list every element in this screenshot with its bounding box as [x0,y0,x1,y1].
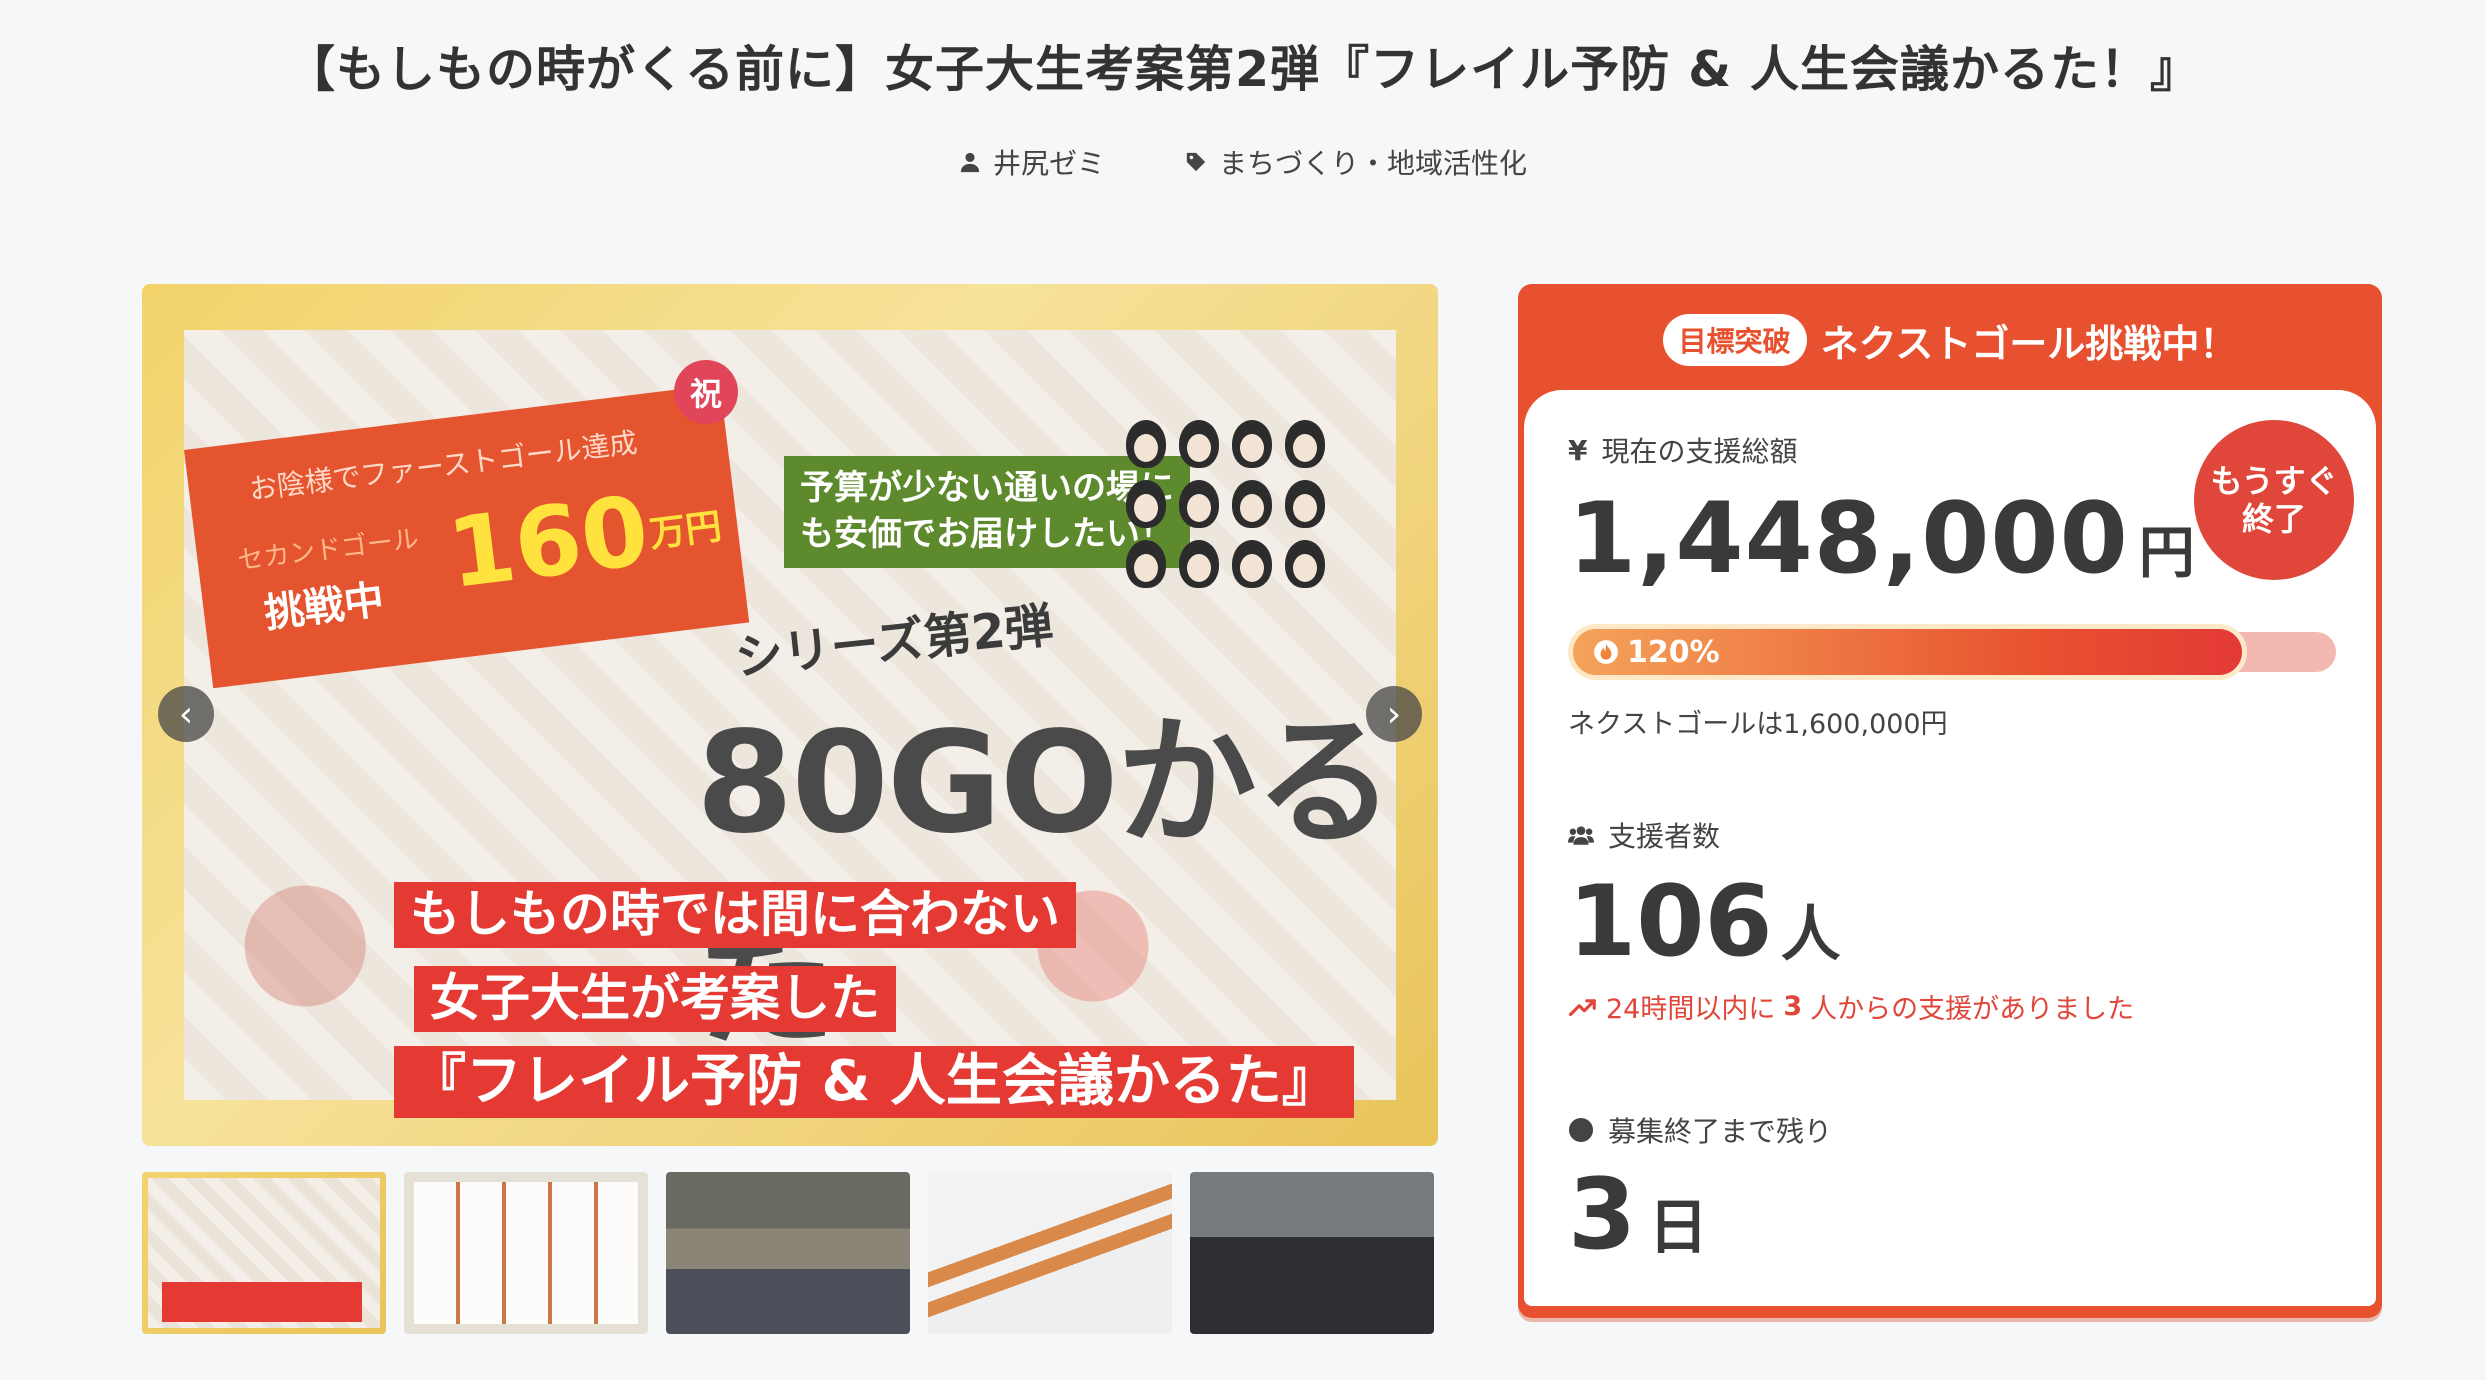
remaining-label: 募集終了まで残り [1608,1115,1833,1148]
supporters-label: 支援者数 [1608,820,1721,853]
red-line-3: 『フレイル予防 & 人生会議かるた』 [394,1046,1354,1119]
students-illustration [1126,420,1326,588]
goal-ribbon: お陰様でファーストゴール達成 セカンドゴール 挑戦中 160 万円 [184,384,750,689]
ending-soon-badge: もうすぐ 終了 [2194,420,2354,580]
remaining-days: 3日 [1568,1158,2332,1272]
trending-up-icon [1568,998,1596,1016]
category-link[interactable]: まちづくり・地域活性化 [1185,142,1527,182]
prev-slide-button[interactable]: ‹ [158,686,214,742]
owner-link[interactable]: 井尻ゼミ [959,142,1105,182]
remaining-value: 3 [1568,1158,1637,1272]
face-illustration [1126,420,1166,468]
supporters-value: 106 [1568,865,1773,979]
thumbnail-5[interactable] [1190,1172,1434,1334]
total-amount-value: 1,448,000 [1568,482,2129,596]
ribbon-line2: セカンドゴール [236,524,421,577]
face-illustration [1285,420,1325,468]
total-amount-unit: 円 [2138,521,2196,586]
thumbnail-3[interactable] [666,1172,910,1334]
face-illustration [1232,420,1272,468]
red-line-2: 女子大生が考案した [414,966,896,1032]
goal-achieved-badge: 目標突破 [1662,314,1807,366]
face-illustration [1232,480,1272,528]
thumbnail-strip [142,1172,1434,1334]
owner-name[interactable]: 井尻ゼミ [993,142,1105,182]
ribbon-unit: 万円 [647,506,724,556]
thumbnail-1[interactable] [142,1172,386,1334]
face-illustration [1179,540,1219,588]
project-meta: 井尻ゼミ まちづくり・地域活性化 [0,142,2486,182]
remaining-section: 募集終了まで残り 3日 [1568,1110,2332,1272]
page-title: 【もしもの時がくる前に】女子大生考案第2弾『フレイル予防 & 人生会議かるた！』 [286,41,2200,98]
tag-icon [1186,152,1206,172]
red-line-1: もしもの時では間に合わない [394,882,1076,948]
progress-fill: 120% [1568,624,2247,680]
recent-count: 3 [1783,991,1803,1022]
flame-icon [1594,640,1618,664]
main-image: お陰様でファーストゴール達成 セカンドゴール 挑戦中 160 万円 祝 予算が少… [184,330,1396,1119]
funding-panel: 目標突破 ネクストゴール挑戦中！ もうすぐ 終了 ¥ 現在の支援総額 1,448… [1518,284,2382,1318]
progress-bar: 120% [1568,624,2336,680]
clock-icon [1568,1117,1594,1143]
supporters-section: 支援者数 106 人 24時間以内に 3 人からの支援がありました [1568,815,2332,1026]
supporters-count: 106 人 [1568,865,2332,979]
chevron-right-icon: › [1386,693,1402,735]
remaining-label-row: 募集終了まで残り [1568,1110,2332,1150]
panel-body: もうすぐ 終了 ¥ 現在の支援総額 1,448,000 円 120% ネクストゴー… [1524,390,2376,1306]
progress-label: 120% [1627,634,1720,670]
recent-suffix: 人からの支援がありました [1810,994,2135,1025]
face-illustration [1179,420,1219,468]
supporters-unit: 人 [1780,900,1841,970]
main-image-carousel[interactable]: お陰様でファーストゴール達成 セカンドゴール 挑戦中 160 万円 祝 予算が少… [142,284,1438,1146]
celebration-badge: 祝 [674,360,738,424]
thumbnail-4[interactable] [928,1172,1172,1334]
ribbon-line3: 挑戦中 [261,576,387,638]
remaining-unit: 日 [1648,1193,1709,1263]
user-icon [960,152,980,173]
supporters-label-row: 支援者数 [1568,815,2332,855]
next-goal-text: ネクストゴールは1,600,000円 [1568,709,1948,740]
face-illustration [1232,540,1272,588]
users-icon [1568,826,1594,845]
face-illustration [1126,480,1166,528]
panel-header: 目標突破 ネクストゴール挑戦中！ [1524,290,2376,390]
next-slide-button[interactable]: › [1366,686,1422,742]
total-label: 現在の支援総額 [1601,435,1798,468]
yen-icon: ¥ [1568,433,1588,467]
face-illustration [1285,480,1325,528]
ribbon-amount: 160 [441,474,655,611]
face-illustration [1126,540,1166,588]
category-name[interactable]: まちづくり・地域活性化 [1219,142,1527,182]
recent-prefix: 24時間以内に [1606,994,1776,1025]
face-illustration [1285,540,1325,588]
thumbnail-2[interactable] [404,1172,648,1334]
recent-support-note: 24時間以内に 3 人からの支援がありました [1568,987,2332,1026]
chevron-left-icon: ‹ [178,693,194,735]
face-illustration [1179,480,1219,528]
panel-header-text: ネクストゴール挑戦中！ [1820,321,2238,366]
